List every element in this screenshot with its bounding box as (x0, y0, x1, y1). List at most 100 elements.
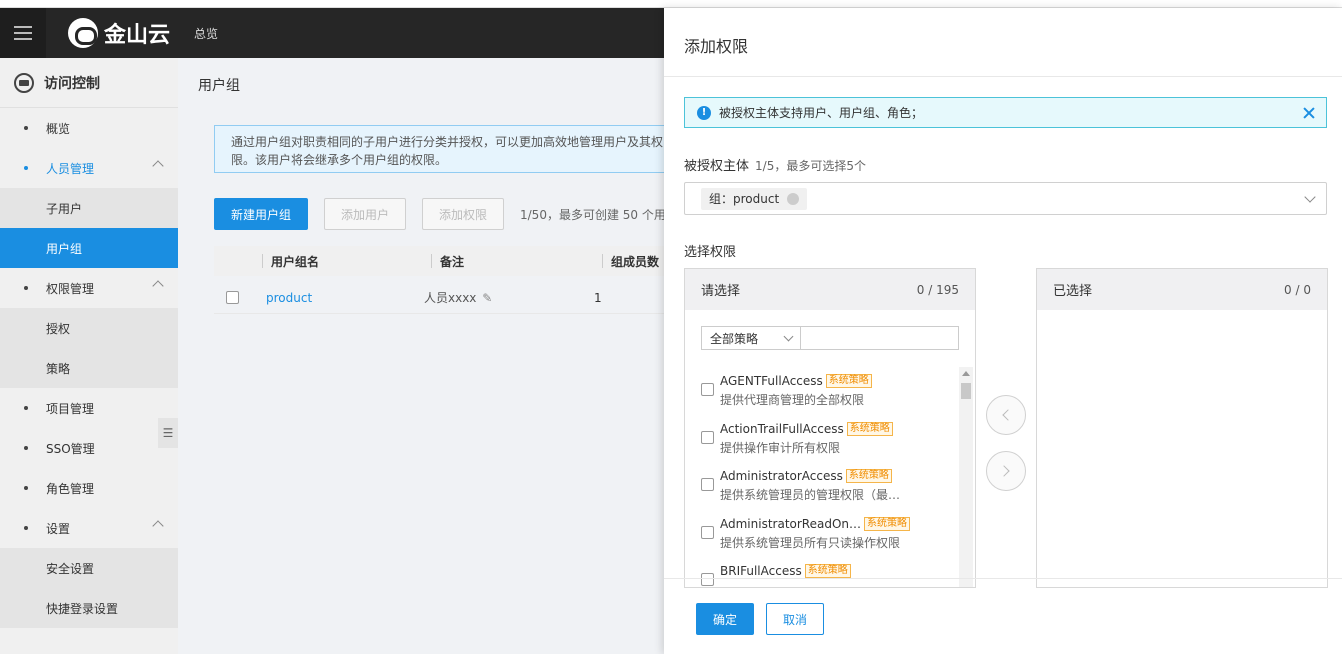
info-alert-text: 被授权主体支持用户、用户组、角色； (719, 106, 924, 120)
cloud-logo-icon (68, 18, 98, 48)
close-icon[interactable] (1302, 106, 1316, 120)
bullet-icon (24, 166, 28, 170)
system-policy-badge: 系统策略 (845, 469, 892, 483)
sidebar-collapse-button[interactable]: ☰ (158, 418, 178, 448)
sidebar-item-label: 权限管理 (46, 281, 95, 296)
sidebar-item-projects[interactable]: 项目管理 (0, 388, 178, 428)
move-left-button[interactable] (986, 395, 1026, 435)
policy-type-select[interactable]: 全部策略 (701, 326, 801, 350)
table-row[interactable]: product 人员xxxx ✎ 1 (214, 282, 678, 314)
sidebar-item-label: 用户组 (46, 241, 83, 256)
divider (664, 578, 1342, 579)
row-checkbox[interactable] (226, 291, 239, 304)
subject-tag: 组：product (701, 187, 808, 210)
sidebar-item-label: 安全设置 (46, 561, 95, 576)
policy-checkbox[interactable] (701, 573, 714, 586)
list-item[interactable]: ActionTrailFullAccess 系统策略 提供操作审计所有权限 (685, 415, 959, 463)
sidebar-item-permissions[interactable]: 权限管理 (0, 268, 178, 308)
policy-list-scrollbar[interactable] (959, 367, 973, 587)
group-members-cell: 1 (594, 290, 602, 305)
subject-select[interactable]: 组：product (684, 182, 1327, 215)
collapse-icon: ☰ (162, 426, 174, 440)
sidebar-item-authorization[interactable]: 授权 (0, 308, 178, 348)
list-item[interactable]: AdministratorAccess 系统策略 提供系统管理员的管理权限（最… (685, 462, 959, 510)
brand-logo[interactable]: 金山云 (68, 17, 170, 49)
move-right-button[interactable] (986, 451, 1026, 491)
sidebar-item-quick-login[interactable]: 快捷登录设置 (0, 588, 178, 628)
nav-overview-link[interactable]: 总览 (194, 25, 218, 42)
edit-icon[interactable]: ✎ (482, 291, 492, 305)
policy-search-input[interactable] (801, 326, 959, 350)
group-name-link[interactable]: product (254, 291, 424, 305)
sidebar-item-label: 设置 (46, 521, 71, 536)
policy-list: AGENTFullAccess 系统策略 提供代理商管理的全部权限 ActionT… (685, 367, 959, 587)
col-header-remark: 备注 (440, 254, 465, 269)
access-control-icon (14, 72, 34, 93)
scroll-thumb[interactable] (961, 383, 971, 399)
sidebar-item-overview[interactable]: 概览 (0, 108, 178, 148)
policy-checkbox[interactable] (701, 383, 714, 396)
system-policy-badge: 系统策略 (804, 564, 851, 578)
sidebar-item-settings[interactable]: 设置 (0, 508, 178, 548)
sidebar-item-label: 角色管理 (46, 481, 95, 496)
sidebar-item-roles[interactable]: 角色管理 (0, 468, 178, 508)
sidebar-item-sso[interactable]: SSO管理 (0, 428, 178, 468)
system-policy-badge: 系统策略 (846, 421, 893, 436)
sidebar-item-label: SSO管理 (46, 441, 95, 456)
chevron-up-icon (152, 280, 164, 292)
info-alert: ! 被授权主体支持用户、用户组、角色； (684, 97, 1327, 128)
sidebar-item-label: 授权 (46, 321, 71, 336)
sidebar-item-subusers[interactable]: 子用户 (0, 188, 178, 228)
main-content: 用户组 通过用户组对职责相同的子用户进行分类并授权，可以更加高效地管理用户及其权… (178, 58, 690, 654)
confirm-button[interactable]: 确定 (696, 603, 754, 635)
panel-title: 请选择 (701, 284, 741, 299)
bullet-icon (24, 406, 28, 410)
sidebar-item-label: 快捷登录设置 (46, 601, 119, 616)
col-header-members: 组成员数 (611, 254, 660, 269)
available-policies-panel: 请选择 0 / 195 全部策略 AGENTFullAccess 系统策略 提供代… (684, 268, 976, 588)
scroll-up-icon[interactable] (962, 371, 970, 376)
list-item[interactable]: AGENTFullAccess 系统策略 提供代理商管理的全部权限 (685, 367, 959, 415)
add-user-button[interactable]: 添加用户 (324, 198, 406, 230)
subject-label: 被授权主体 (684, 159, 750, 174)
panel-header: 请选择 0 / 195 (685, 269, 975, 310)
sidebar-item-policies[interactable]: 策略 (0, 348, 178, 388)
policy-checkbox[interactable] (701, 525, 714, 539)
chevron-down-icon (783, 331, 794, 342)
policy-name: AdministratorAccess (720, 469, 843, 483)
create-group-button[interactable]: 新建用户组 (214, 198, 308, 230)
policy-desc: 提供系统管理员所有只读操作权限 (720, 535, 901, 550)
sidebar-item-label: 策略 (46, 361, 71, 376)
info-notice: 通过用户组对职责相同的子用户进行分类并授权，可以更加高效地管理用户及其权限。该用… (214, 125, 684, 173)
policy-desc: 提供系统管理员的管理权限（最… (720, 488, 901, 502)
panel-count: 0 / 0 (1284, 282, 1311, 297)
chevron-right-icon (998, 465, 1010, 477)
bullet-icon (24, 486, 28, 490)
filter-row: 全部策略 (701, 326, 959, 350)
policy-desc: 提供代理商管理的全部权限 (720, 393, 865, 407)
panel-count: 0 / 195 (916, 282, 959, 297)
policy-checkbox[interactable] (701, 478, 714, 491)
sidebar-item-personnel[interactable]: 人员管理 (0, 148, 178, 188)
group-remark-text: 人员xxxx (424, 291, 477, 305)
policy-checkbox[interactable] (701, 430, 714, 444)
browser-top-strip (0, 0, 1342, 8)
list-item[interactable]: BRIFullAccess 系统策略 (685, 557, 959, 587)
add-permission-button[interactable]: 添加权限 (422, 198, 504, 230)
sidebar-item-security-settings[interactable]: 安全设置 (0, 548, 178, 588)
policy-name: BRIFullAccess (720, 564, 802, 578)
page-title: 用户组 (198, 78, 240, 94)
divider (664, 76, 1342, 77)
bullet-icon (24, 446, 28, 450)
sidebar-item-user-groups[interactable]: 用户组 (0, 228, 178, 268)
policy-name: AGENTFullAccess (720, 374, 823, 388)
list-item[interactable]: AdministratorReadOn… 系统策略 提供系统管理员所有只读操作权限 (685, 510, 959, 558)
system-policy-badge: 系统策略 (864, 516, 911, 531)
cancel-button[interactable]: 取消 (766, 603, 824, 635)
policy-name: ActionTrailFullAccess (720, 421, 844, 436)
info-icon: ! (697, 105, 711, 120)
system-policy-badge: 系统策略 (825, 374, 872, 388)
sidebar: 访问控制 概览 人员管理 子用户 用户组 权限管理 授权 策略 项目管理 SSO… (0, 58, 178, 654)
menu-toggle-button[interactable] (0, 8, 46, 58)
tag-remove-icon[interactable] (787, 192, 800, 205)
